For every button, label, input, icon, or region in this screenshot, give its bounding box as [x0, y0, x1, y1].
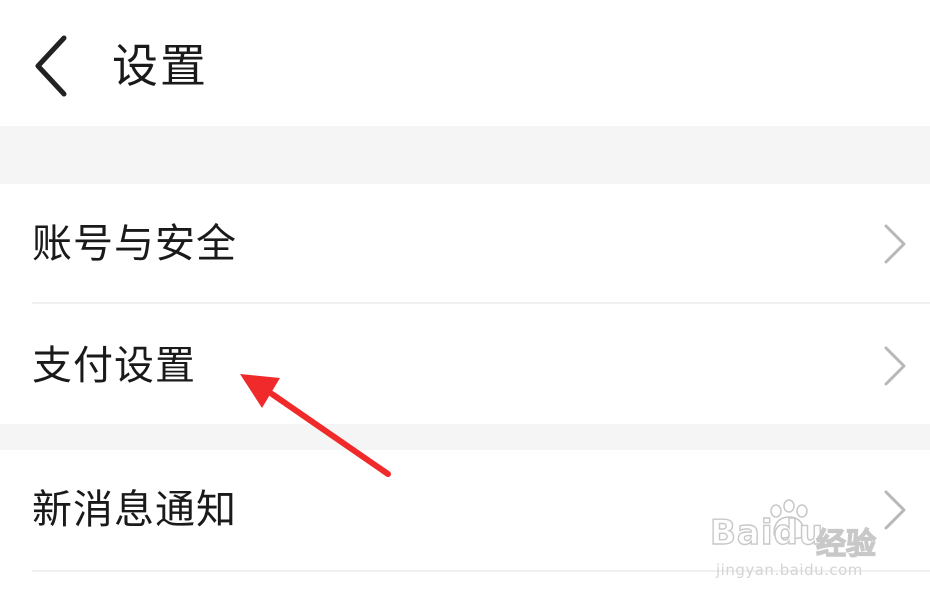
app-header: 设置 — [0, 0, 930, 126]
section-gap — [0, 424, 930, 450]
back-button[interactable] — [20, 28, 84, 100]
row-divider — [32, 570, 930, 572]
chevron-right-icon — [884, 346, 906, 386]
menu-item-payment-settings[interactable]: 支付设置 — [0, 304, 930, 424]
menu-item-account-security[interactable]: 账号与安全 — [0, 184, 930, 304]
chevron-right-icon — [884, 490, 906, 530]
chevron-left-icon — [35, 35, 67, 97]
menu-item-label: 账号与安全 — [32, 221, 237, 267]
menu-item-label: 新消息通知 — [32, 487, 237, 533]
menu-item-label: 支付设置 — [32, 343, 196, 389]
chevron-right-icon — [884, 224, 906, 264]
menu-item-new-message-notification[interactable]: 新消息通知 — [0, 450, 930, 570]
page-title: 设置 — [112, 39, 208, 93]
section-gap — [0, 126, 930, 184]
